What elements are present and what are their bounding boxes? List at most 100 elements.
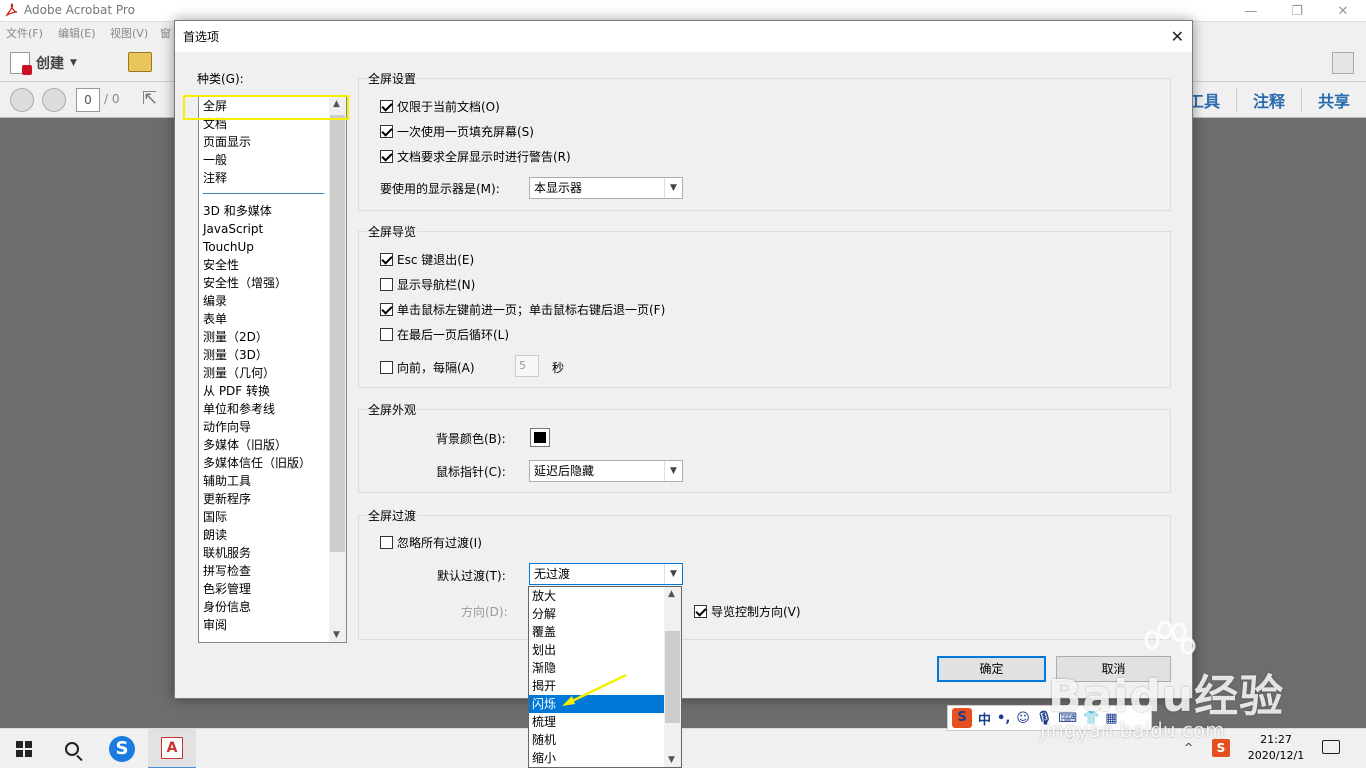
category-item[interactable]: 审阅 [199, 616, 346, 634]
menu-file[interactable]: 文件(F) [6, 25, 43, 41]
dropdown-option[interactable]: 梳理 [529, 713, 665, 731]
category-scrollbar[interactable]: ▲ ▼ [329, 97, 346, 642]
ime-punct-toggle[interactable]: •, [997, 711, 1010, 726]
checkbox-checked-icon[interactable] [380, 100, 393, 113]
next-page-icon[interactable] [42, 88, 66, 112]
emoji-icon[interactable]: ☺ [1016, 711, 1030, 726]
prev-page-icon[interactable] [10, 88, 34, 112]
menu-edit[interactable]: 编辑(E) [58, 25, 96, 41]
category-item[interactable]: 测量（几何） [199, 364, 346, 382]
menu-view[interactable]: 视图(V) [110, 25, 148, 41]
category-item[interactable]: 国际 [199, 508, 346, 526]
category-item[interactable]: 联机服务 [199, 544, 346, 562]
category-item[interactable]: 测量（2D） [199, 328, 346, 346]
category-item-commenting[interactable]: 注释 [199, 169, 346, 187]
checkbox-unchecked-icon[interactable] [380, 278, 393, 291]
dropdown-option[interactable]: 分解 [529, 605, 665, 623]
monitor-select[interactable]: 本显示器 ▼ [529, 177, 683, 199]
ime-lang-toggle[interactable]: 中 [978, 709, 991, 728]
checkbox-checked-icon[interactable] [380, 303, 393, 316]
select-cursor-icon[interactable]: ⇱ [142, 88, 157, 109]
expand-icon[interactable] [1332, 52, 1354, 74]
start-button[interactable] [0, 729, 48, 768]
taskbar-app-acrobat[interactable]: A [148, 729, 196, 768]
category-item[interactable]: 更新程序 [199, 490, 346, 508]
close-icon[interactable]: ✕ [1171, 27, 1184, 46]
category-item[interactable]: 辅助工具 [199, 472, 346, 490]
dropdown-option[interactable]: 缩小 [529, 749, 665, 767]
chevron-up-icon[interactable]: ▲ [668, 589, 675, 599]
tab-share[interactable]: 共享 [1300, 88, 1366, 112]
category-list[interactable]: 全屏 文档 页面显示 一般 注释 3D 和多媒体 JavaScript Touc… [198, 96, 347, 643]
clock[interactable]: 21:27 2020/12/1 [1244, 732, 1308, 764]
category-item[interactable]: 朗读 [199, 526, 346, 544]
category-item[interactable]: JavaScript [199, 220, 346, 238]
open-folder-icon[interactable] [128, 52, 152, 72]
checkbox-nav-direction[interactable]: 导览控制方向(V) [694, 603, 801, 620]
checkbox-click-advance[interactable]: 单击鼠标左键前进一页；单击鼠标右键后退一页(F) [380, 301, 665, 318]
dropdown-option[interactable]: 覆盖 [529, 623, 665, 641]
category-item[interactable]: 3D 和多媒体 [199, 202, 346, 220]
sogou-ime-icon[interactable]: S [952, 708, 972, 728]
checkbox-unchecked-icon[interactable] [380, 536, 393, 549]
sogou-browser-icon: S [109, 736, 135, 762]
bg-color-swatch[interactable] [530, 428, 550, 447]
category-item[interactable]: 单位和参考线 [199, 400, 346, 418]
chevron-down-icon[interactable]: ▼ [668, 755, 675, 765]
dropdown-option[interactable]: 随机 [529, 731, 665, 749]
category-item-page-display[interactable]: 页面显示 [199, 133, 346, 151]
category-item[interactable]: 多媒体信任（旧版） [199, 454, 346, 472]
dropdown-scrollbar[interactable]: ▲ ▼ [664, 587, 681, 767]
category-item[interactable]: 从 PDF 转换 [199, 382, 346, 400]
category-item[interactable]: 测量（3D） [199, 346, 346, 364]
chevron-down-icon[interactable]: ▼ [333, 630, 340, 640]
scroll-thumb[interactable] [665, 631, 680, 723]
checkbox-unchecked-icon[interactable] [380, 361, 393, 374]
tray-expand-icon[interactable]: ^ [1184, 741, 1193, 754]
category-item[interactable]: 表单 [199, 310, 346, 328]
minimize-icon[interactable]: — [1228, 0, 1274, 22]
checkbox-esc-exit[interactable]: Esc 键退出(E) [380, 251, 474, 268]
checkbox-loop[interactable]: 在最后一页后循环(L) [380, 326, 509, 343]
cursor-select[interactable]: 延迟后隐藏 ▼ [529, 460, 683, 482]
category-item[interactable]: 色彩管理 [199, 580, 346, 598]
category-item[interactable]: 安全性（增强） [199, 274, 346, 292]
tab-comment[interactable]: 注释 [1235, 88, 1301, 112]
category-item[interactable]: 拼写检查 [199, 562, 346, 580]
default-transition-select[interactable]: 无过渡 ▼ [529, 563, 683, 585]
dropdown-option[interactable]: 划出 [529, 641, 665, 659]
category-item[interactable]: 动作向导 [199, 418, 346, 436]
create-button[interactable]: 创建 ▼ [10, 50, 77, 76]
taskbar-app-sogou[interactable]: S [98, 729, 146, 768]
ok-button[interactable]: 确定 [937, 656, 1046, 682]
group-fullscreen-appearance [358, 409, 1171, 493]
close-window-icon[interactable]: ✕ [1320, 0, 1366, 22]
dropdown-option[interactable]: 放大 [529, 587, 665, 605]
checkbox-current-doc-only[interactable]: 仅限于当前文档(O) [380, 98, 500, 115]
category-item[interactable]: TouchUp [199, 238, 346, 256]
checkbox-checked-icon[interactable] [694, 605, 707, 618]
category-item-general[interactable]: 一般 [199, 151, 346, 169]
category-item[interactable]: 多媒体（旧版） [199, 436, 346, 454]
checkbox-checked-icon[interactable] [380, 253, 393, 266]
menu-window[interactable]: 窗 [160, 25, 171, 41]
category-item[interactable]: 身份信息 [199, 598, 346, 616]
page-number-input[interactable]: 0 [76, 88, 100, 112]
checkbox-checked-icon[interactable] [380, 150, 393, 163]
category-item[interactable]: 编录 [199, 292, 346, 310]
checkbox-ignore-transitions[interactable]: 忽略所有过渡(I) [380, 534, 482, 551]
restore-icon[interactable]: ❐ [1274, 0, 1320, 22]
search-button[interactable] [48, 729, 96, 768]
dialog-title: 首选项 [183, 30, 220, 44]
notification-icon[interactable] [1322, 740, 1340, 754]
checkbox-advance-every[interactable]: 向前，每隔(A) [380, 359, 475, 376]
checkbox-checked-icon[interactable] [380, 125, 393, 138]
group-title: 全屏设置 [367, 70, 418, 87]
checkbox-unchecked-icon[interactable] [380, 328, 393, 341]
checkbox-show-nav-bar[interactable]: 显示导航栏(N) [380, 276, 475, 293]
scroll-thumb[interactable] [330, 115, 345, 552]
category-item[interactable]: 安全性 [199, 256, 346, 274]
checkbox-one-page-fill[interactable]: 一次使用一页填充屏幕(S) [380, 123, 534, 140]
checkbox-alert-fullscreen[interactable]: 文档要求全屏显示时进行警告(R) [380, 148, 571, 165]
interval-input[interactable]: 5 [515, 355, 539, 377]
